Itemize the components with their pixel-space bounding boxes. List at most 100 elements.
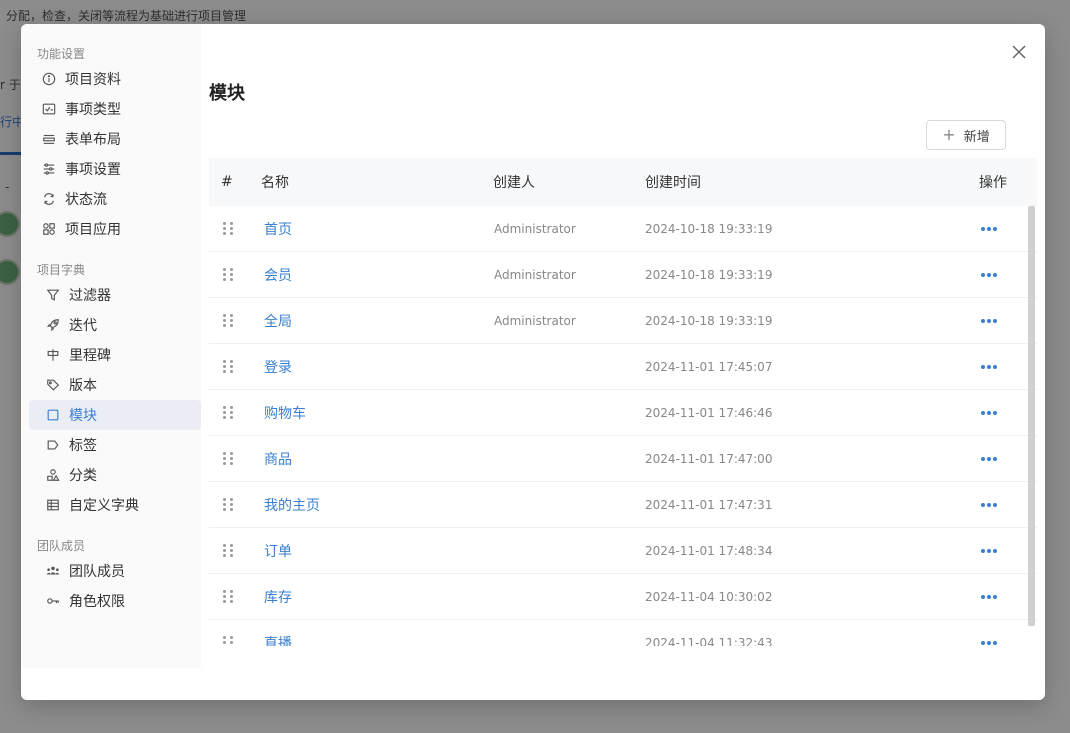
table-icon (45, 497, 61, 513)
sidebar-item-project-info[interactable]: 项目资料 (29, 64, 201, 94)
module-table: # 名称 创建人 创建时间 操作 首页 Administrator 2024-1… (209, 158, 1037, 646)
sidebar-item-label: 角色权限 (69, 594, 125, 610)
sidebar-item-custom-dictionary[interactable]: 自定义字典 (29, 490, 201, 520)
more-actions-icon[interactable] (979, 502, 1029, 507)
created-time-cell: 2024-10-18 19:33:19 (645, 313, 773, 328)
sidebar-group-label: 团队成员 (37, 539, 86, 553)
sidebar-item-label: 标签 (69, 438, 97, 454)
sidebar-item-status-flow[interactable]: 状态流 (29, 184, 201, 214)
module-name-link[interactable]: 我的主页 (261, 495, 493, 515)
plus-icon: + (942, 125, 956, 144)
form-layout-icon (41, 131, 57, 147)
drag-handle-icon[interactable] (223, 451, 233, 466)
drag-handle-icon[interactable] (223, 359, 233, 374)
created-time-cell: 2024-11-01 17:46:46 (645, 405, 773, 420)
created-time-cell: 2024-11-01 17:47:31 (645, 497, 773, 512)
sidebar-item-project-apps[interactable]: 项目应用 (29, 214, 201, 244)
table-row: 登录 2024-11-01 17:45:07 (209, 344, 1037, 390)
sidebar-item-labels[interactable]: 标签 (29, 430, 201, 460)
category-icon (45, 467, 61, 483)
table-row: 首页 Administrator 2024-10-18 19:33:19 (209, 206, 1037, 252)
sidebar-item-modules[interactable]: 模块 (29, 400, 201, 430)
module-name-link[interactable]: 登录 (261, 357, 493, 377)
table-row: 购物车 2024-11-01 17:46:46 (209, 390, 1037, 436)
more-actions-icon[interactable] (979, 410, 1029, 415)
sidebar-item-milestones[interactable]: 里程碑 (29, 340, 201, 370)
more-actions-icon[interactable] (979, 640, 1029, 645)
module-name-link[interactable]: 订单 (261, 541, 493, 561)
sidebar-item-label: 事项设置 (65, 162, 121, 178)
sidebar-item-item-types[interactable]: 事项类型 (29, 94, 201, 124)
item-type-icon (41, 101, 57, 117)
created-time-cell: 2024-11-01 17:45:07 (645, 359, 773, 374)
sidebar-item-filters[interactable]: 过滤器 (29, 280, 201, 310)
sidebar-item-label: 迭代 (69, 318, 97, 334)
sidebar-item-form-layout[interactable]: 表单布局 (29, 124, 201, 154)
more-actions-icon[interactable] (979, 456, 1029, 461)
column-header-name: 名称 (261, 175, 289, 191)
table-row: 我的主页 2024-11-01 17:47:31 (209, 482, 1037, 528)
sidebar-item-label: 过滤器 (69, 288, 111, 304)
module-name-link[interactable]: 购物车 (261, 403, 493, 423)
apps-icon (41, 221, 57, 237)
add-module-button[interactable]: + 新增 (926, 120, 1006, 150)
drag-handle-icon[interactable] (223, 221, 233, 236)
status-flow-icon (41, 191, 57, 207)
table-row: 全局 Administrator 2024-10-18 19:33:19 (209, 298, 1037, 344)
page-title: 模块 (209, 83, 245, 104)
table-header: # 名称 创建人 创建时间 操作 (209, 158, 1037, 206)
sidebar-item-versions[interactable]: 版本 (29, 370, 201, 400)
more-actions-icon[interactable] (979, 272, 1029, 277)
module-name-link[interactable]: 首页 (261, 219, 493, 239)
sidebar-item-item-settings[interactable]: 事项设置 (29, 154, 201, 184)
sidebar-item-label: 项目资料 (65, 72, 121, 88)
close-button[interactable] (1009, 42, 1029, 62)
created-time-cell: 2024-11-01 17:48:34 (645, 543, 773, 558)
module-name-link[interactable]: 直播 (261, 633, 493, 647)
drag-handle-icon[interactable] (223, 267, 233, 282)
created-time-cell: 2024-11-04 11:32:43 (645, 635, 773, 647)
table-scrollbar[interactable] (1028, 206, 1035, 626)
sidebar-item-team-members[interactable]: 团队成员 (29, 556, 201, 586)
sidebar-item-label: 分类 (69, 468, 97, 484)
module-name-link[interactable]: 会员 (261, 265, 493, 285)
sidebar-item-label: 模块 (69, 408, 97, 424)
creator-cell: Administrator (494, 221, 576, 236)
drag-handle-icon[interactable] (223, 497, 233, 512)
rocket-icon (45, 317, 61, 333)
more-actions-icon[interactable] (979, 226, 1029, 231)
column-header-actions: 操作 (979, 175, 1007, 191)
sidebar-item-iterations[interactable]: 迭代 (29, 310, 201, 340)
more-actions-icon[interactable] (979, 548, 1029, 553)
created-time-cell: 2024-11-01 17:47:00 (645, 451, 773, 466)
creator-cell: Administrator (494, 267, 576, 282)
drag-handle-icon[interactable] (223, 313, 233, 328)
module-name-link[interactable]: 库存 (261, 587, 493, 607)
table-row: 直播 2024-11-04 11:32:43 (209, 620, 1037, 646)
settings-sidebar: 功能设置 项目资料 事项类型 表单布局 事项设置 状态流 项目应用 项目字典 过… (21, 24, 201, 668)
table-row: 库存 2024-11-04 10:30:02 (209, 574, 1037, 620)
more-actions-icon[interactable] (979, 318, 1029, 323)
sidebar-item-label: 里程碑 (69, 348, 111, 364)
more-actions-icon[interactable] (979, 364, 1029, 369)
table-row: 商品 2024-11-01 17:47:00 (209, 436, 1037, 482)
key-icon (45, 593, 61, 609)
sidebar-item-label: 版本 (69, 378, 97, 394)
column-header-created-time: 创建时间 (645, 175, 701, 191)
main-panel: 模块 + 新增 # 名称 创建人 创建时间 操作 首页 Administrato… (201, 24, 1045, 700)
drag-handle-icon[interactable] (223, 635, 233, 647)
table-row: 会员 Administrator 2024-10-18 19:33:19 (209, 252, 1037, 298)
sidebar-item-categories[interactable]: 分类 (29, 460, 201, 490)
drag-handle-icon[interactable] (223, 589, 233, 604)
sidebar-item-role-permissions[interactable]: 角色权限 (29, 586, 201, 616)
drag-handle-icon[interactable] (223, 405, 233, 420)
drag-handle-icon[interactable] (223, 543, 233, 558)
created-time-cell: 2024-10-18 19:33:19 (645, 221, 773, 236)
module-name-link[interactable]: 全局 (261, 311, 493, 331)
table-body[interactable]: 首页 Administrator 2024-10-18 19:33:19 会员 … (209, 206, 1037, 646)
module-icon (45, 407, 61, 423)
module-name-link[interactable]: 商品 (261, 449, 493, 469)
sidebar-item-label: 团队成员 (69, 564, 125, 580)
more-actions-icon[interactable] (979, 594, 1029, 599)
team-icon (45, 563, 61, 579)
